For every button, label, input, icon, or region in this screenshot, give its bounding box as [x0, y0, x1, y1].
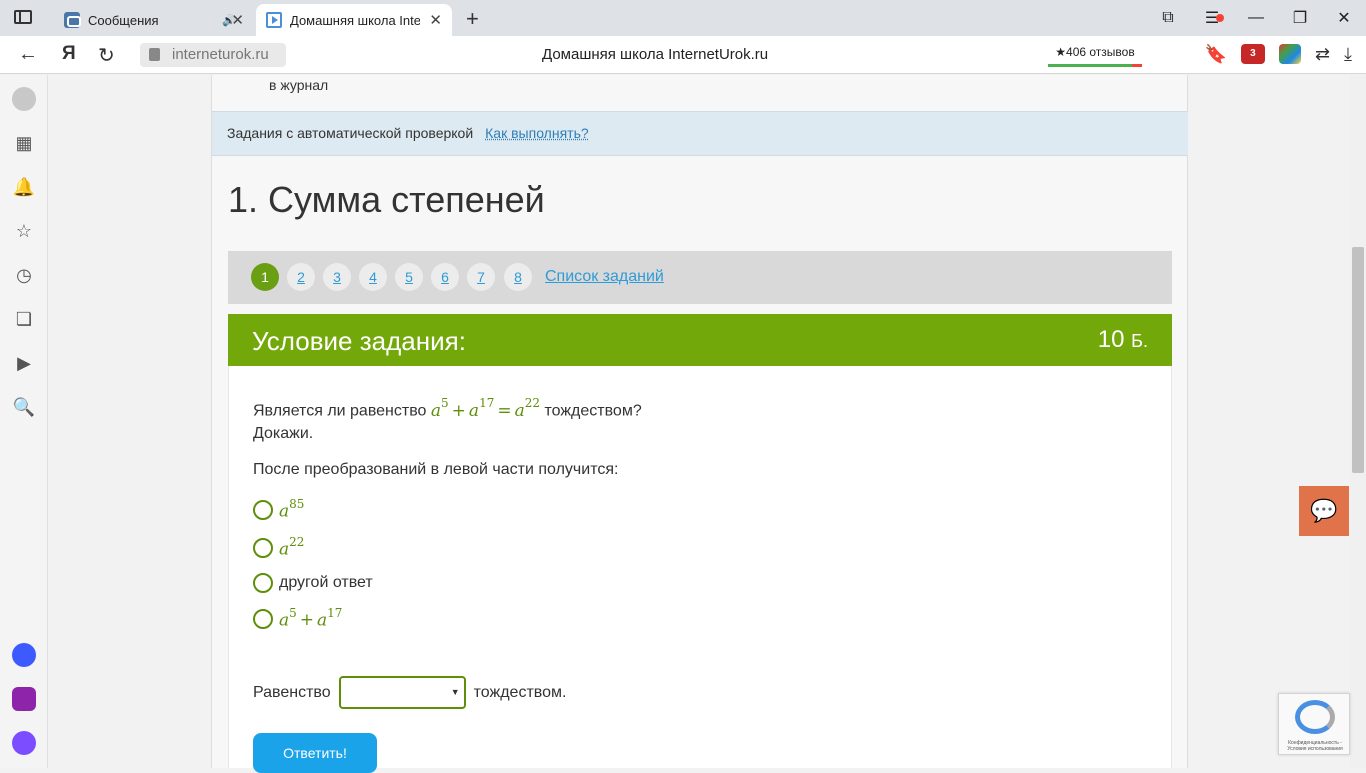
- scrollbar-thumb[interactable]: [1352, 247, 1364, 473]
- option-1[interactable]: a85: [253, 497, 304, 522]
- menu-icon[interactable]: ☰: [1190, 8, 1234, 28]
- toolbar-icons: 🔖 3 ⇄ ⤓: [1205, 44, 1352, 65]
- condition-body: Является ли равенство a5 + a17 = a22 тождест…: [228, 366, 1172, 773]
- radio-option-1[interactable]: [253, 500, 273, 520]
- search-doc-icon[interactable]: 🔍: [12, 395, 36, 419]
- extension-icon[interactable]: [1278, 44, 1301, 64]
- task-title: 1. Сумма степеней: [228, 179, 545, 220]
- page-1[interactable]: 1: [251, 263, 279, 291]
- autocheck-banner: Задания с автоматической проверкой Как вы…: [212, 111, 1188, 156]
- task-list-link[interactable]: Список заданий: [545, 268, 664, 286]
- lesson-card: в журнал Задания с автоматической провер…: [211, 75, 1188, 773]
- how-to-link[interactable]: Как выполнять?: [485, 125, 589, 141]
- messenger-icon[interactable]: [12, 687, 36, 711]
- browser-sidebar: ▦ 🔔 ☆ ◷ ❏ ▶ 🔍: [0, 75, 48, 768]
- task-pager: 1 2 3 4 5 6 7 8 Список заданий: [228, 251, 1172, 304]
- recaptcha-badge[interactable]: Конфиденциальность - Условия использован…: [1278, 693, 1350, 755]
- history-clock-icon[interactable]: ◷: [12, 263, 36, 287]
- option-3[interactable]: другой ответ: [253, 571, 373, 595]
- tab-interneturok[interactable]: Домашняя школа InternetUrok.ru ✕: [256, 4, 452, 36]
- address-bar: ← Я ↻ interneturok.ru Домашняя школа Int…: [0, 36, 1366, 74]
- autocheck-label: Задания с автоматической проверкой: [227, 125, 474, 141]
- tab-messages[interactable]: Сообщения 🔊 ✕: [54, 4, 254, 36]
- page-scrollbar[interactable]: [1350, 75, 1366, 768]
- restore-icon[interactable]: ❐: [1278, 8, 1322, 28]
- subquestion: После преобразований в левой части получ…: [253, 461, 619, 478]
- condition-header: Условие задания: 10 Б.: [228, 314, 1172, 366]
- points: 10 Б.: [1097, 326, 1148, 353]
- journal-text: в журнал: [269, 77, 329, 93]
- yandex-logo-icon[interactable]: Я: [62, 43, 76, 65]
- equation: a5 + a17 = a22: [430, 396, 541, 421]
- radio-option-4[interactable]: [253, 609, 273, 629]
- page-8[interactable]: 8: [504, 263, 532, 291]
- collections-icon[interactable]: ❏: [12, 307, 36, 331]
- bookmark-icon[interactable]: 🔖: [1205, 44, 1227, 65]
- window-controls: ⧉ ☰ — ❐ ✕: [1146, 0, 1366, 36]
- new-tab-icon[interactable]: +: [466, 6, 479, 32]
- page-title-display[interactable]: Домашняя школа InternetUrok.ru: [542, 46, 768, 63]
- vk-favicon-icon: [64, 12, 81, 28]
- option-4[interactable]: a5 + a17: [253, 606, 342, 631]
- tab-title: Сообщения: [88, 12, 159, 28]
- url-field[interactable]: interneturok.ru: [140, 43, 286, 67]
- minimize-icon[interactable]: —: [1234, 9, 1278, 27]
- tab-title: Домашняя школа InternetUrok.ru: [290, 12, 420, 28]
- lock-icon[interactable]: [149, 48, 160, 61]
- translate-icon[interactable]: ⇄: [1315, 44, 1330, 65]
- browser-tab-bar: Сообщения 🔊 ✕ Домашняя школа InternetUro…: [0, 0, 1366, 36]
- page-5[interactable]: 5: [395, 263, 423, 291]
- profile-avatar-icon[interactable]: [12, 87, 36, 111]
- video-play-icon[interactable]: ▶: [12, 351, 36, 375]
- radio-option-2[interactable]: [253, 538, 273, 558]
- notifications-bell-icon[interactable]: 🔔: [12, 175, 36, 199]
- condition-title: Условие задания:: [252, 326, 466, 356]
- option-2[interactable]: a22: [253, 535, 304, 560]
- collections-icon[interactable]: ⧉: [1146, 9, 1190, 27]
- recaptcha-logo-icon: [1295, 700, 1335, 734]
- answer-button[interactable]: Ответить!: [253, 733, 377, 773]
- sidebar-toggle-icon[interactable]: [14, 10, 32, 24]
- alice-assistant-icon[interactable]: [12, 731, 36, 755]
- radio-option-3[interactable]: [253, 573, 273, 593]
- services-grid-icon[interactable]: ▦: [12, 131, 36, 155]
- adblock-extension-icon[interactable]: 3: [1240, 44, 1265, 64]
- alice-chat-icon[interactable]: [12, 643, 36, 667]
- equality-row: Равенство тождеством.: [253, 676, 566, 709]
- page-2[interactable]: 2: [287, 263, 315, 291]
- page-7[interactable]: 7: [467, 263, 495, 291]
- question-text: Является ли равенство a5 + a17 = a22 тождест…: [253, 396, 642, 442]
- recaptcha-text: Конфиденциальность - Условия использован…: [1287, 740, 1343, 752]
- bookmarks-star-icon[interactable]: ☆: [12, 219, 36, 243]
- equality-select[interactable]: [338, 676, 466, 709]
- page-content: в журнал Задания с автоматической провер…: [49, 75, 1349, 773]
- page-6[interactable]: 6: [431, 263, 459, 291]
- chat-icon[interactable]: 💬: [1299, 486, 1349, 536]
- close-window-icon[interactable]: ✕: [1322, 8, 1366, 28]
- download-icon[interactable]: ⤓: [1344, 44, 1352, 65]
- page-3[interactable]: 3: [323, 263, 351, 291]
- close-tab-icon[interactable]: ✕: [231, 11, 244, 29]
- interneturok-favicon-icon: [266, 12, 282, 28]
- reload-icon[interactable]: ↻: [98, 43, 115, 68]
- close-tab-icon[interactable]: ✕: [429, 11, 442, 29]
- page-4[interactable]: 4: [359, 263, 387, 291]
- back-arrow-icon[interactable]: ←: [18, 43, 38, 66]
- reviews-badge[interactable]: ★406 отзывов: [1048, 43, 1142, 67]
